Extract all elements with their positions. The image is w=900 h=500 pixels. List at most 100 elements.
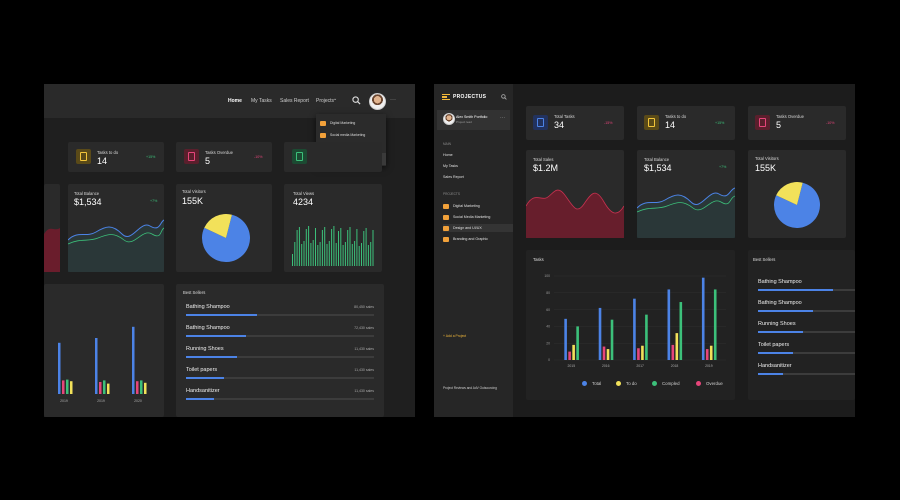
- bar-overdue: [671, 344, 675, 360]
- product-name: Handsanitizer: [186, 388, 220, 394]
- bar-overdue: [637, 348, 640, 360]
- best-seller-row[interactable]: Handsanitizer 11,430 sales: [186, 388, 374, 400]
- bar-overdue: [705, 349, 709, 360]
- x-tick-label: 2019: [705, 364, 713, 368]
- more-icon[interactable]: ···: [500, 115, 505, 121]
- avatar[interactable]: [369, 93, 386, 110]
- sidebar-project-item[interactable]: Design and UI/UX: [443, 224, 513, 232]
- sidebar-project-item[interactable]: Branding and Graphic: [443, 235, 513, 243]
- y-tick-label: 80: [546, 291, 550, 295]
- tasks-card-partial: [284, 142, 382, 172]
- sales-count: 72,430 sales: [354, 326, 374, 330]
- views-bar: [324, 227, 326, 266]
- views-bar: [319, 242, 321, 266]
- more-icon[interactable]: ···: [390, 97, 396, 103]
- search-icon[interactable]: [352, 96, 361, 105]
- nav-home[interactable]: Home: [228, 98, 242, 104]
- tasks-bar: [95, 338, 98, 394]
- chevron-down-icon[interactable]: ⌄: [333, 96, 337, 102]
- nav-projects[interactable]: Projects: [316, 98, 334, 104]
- sidebar-item-sales-report[interactable]: Sales Report: [443, 175, 464, 179]
- bar-compled: [645, 314, 648, 360]
- dropdown-item[interactable]: Digital Marketing: [316, 117, 386, 129]
- card-value: 34: [554, 120, 565, 130]
- product-name: Handsanitizer: [758, 363, 792, 369]
- total-sales-card: Total Sales $1.2M: [526, 150, 624, 238]
- card-label: Total Balance: [74, 191, 100, 196]
- legend-dot: [616, 381, 621, 386]
- best-sellers-card: Best Sellers Bathing Shampoo Bathing Sham…: [748, 250, 855, 400]
- tasks-bar: [144, 382, 147, 394]
- profile-role: Project lead: [456, 120, 472, 124]
- card-value: 5: [205, 156, 211, 166]
- folder-icon: [320, 132, 326, 138]
- bar-total: [564, 318, 567, 360]
- sidebar: PROJECTUS Alex Smith Portfolio Project l…: [434, 84, 513, 417]
- best-seller-row[interactable]: Bathing Shampoo 80,450 sales: [186, 304, 374, 316]
- bar-total: [667, 289, 671, 360]
- total-balance-card: Total Balance $1,534 +7%: [637, 150, 735, 238]
- sidebar-project-item[interactable]: Digital Marketing: [443, 202, 513, 210]
- bar-to-do: [709, 345, 713, 360]
- product-name: Toilet papers: [758, 342, 790, 348]
- trend-percent: +7%: [150, 199, 158, 203]
- dropdown-item[interactable]: Social media Marketing: [316, 129, 386, 141]
- tasks-todo-card: Tasks to do 14 +15%: [637, 106, 735, 140]
- views-bar: [303, 241, 305, 266]
- best-seller-row[interactable]: Handsanitizer: [758, 363, 855, 375]
- total-views-card: Total Views 4234: [284, 184, 382, 272]
- views-bar: [335, 243, 337, 266]
- dashboard-light-layout: Home My Tasks Sales Report Projects ⌄ ··…: [44, 84, 415, 417]
- product-name: Bathing Shampoo: [758, 279, 802, 285]
- sidebar-item-my-tasks[interactable]: My Tasks: [443, 164, 458, 168]
- card-value: 155K: [182, 196, 204, 206]
- best-seller-row[interactable]: Running Shoes 11,430 sales: [186, 346, 374, 358]
- progress-track: [758, 289, 855, 291]
- legend-item-total: Total: [582, 381, 601, 386]
- bar-to-do: [641, 345, 644, 360]
- card-label: Total Tasks: [554, 114, 575, 119]
- section-title: Best Sellers: [183, 290, 206, 295]
- nav-my-tasks[interactable]: My Tasks: [251, 98, 272, 104]
- card-label: Tasks to do: [665, 114, 687, 119]
- sidebar-item-home[interactable]: Home: [443, 153, 453, 157]
- best-seller-row[interactable]: Toilet papers 11,430 sales: [186, 367, 374, 379]
- card-label: Total Visitors: [182, 189, 206, 194]
- sidebar-section-projects: PROJECTS: [443, 192, 461, 196]
- views-bar: [363, 231, 365, 266]
- card-value: $1,534: [74, 197, 102, 207]
- best-seller-row[interactable]: Bathing Shampoo: [758, 300, 855, 312]
- views-bar: [301, 244, 303, 266]
- section-title: Tasks: [533, 257, 544, 262]
- views-bar: [308, 226, 310, 266]
- add-project-link[interactable]: + Add a Project: [443, 334, 466, 338]
- progress-fill: [186, 335, 247, 337]
- progress-fill: [186, 356, 237, 358]
- trend-percent: -15%: [604, 121, 613, 125]
- bar-compled: [610, 319, 614, 360]
- tasks-chart-card: 2019 2019 2020: [44, 284, 164, 417]
- sidebar-section-main: MAIN: [443, 142, 451, 146]
- search-icon[interactable]: [501, 94, 507, 100]
- logo-icon: [442, 94, 450, 100]
- sidebar-project-item[interactable]: Social Media Marketing: [443, 213, 513, 221]
- best-seller-row[interactable]: Toilet papers: [758, 342, 855, 354]
- views-bar: [310, 243, 312, 266]
- trend-percent: +15%: [715, 121, 725, 125]
- progress-fill: [758, 352, 793, 354]
- sales-count: 11,430 sales: [354, 389, 374, 393]
- avatar[interactable]: [443, 113, 455, 125]
- folder-icon: [443, 225, 449, 231]
- bar-overdue: [568, 351, 571, 360]
- nav-sales-report[interactable]: Sales Report: [280, 98, 309, 104]
- views-bar: [354, 241, 356, 266]
- best-seller-row[interactable]: Bathing Shampoo: [758, 279, 855, 291]
- tasks-bar: [58, 342, 61, 394]
- best-seller-row[interactable]: Running Shoes: [758, 321, 855, 333]
- views-bar: [338, 231, 339, 266]
- views-bar: [365, 228, 367, 266]
- bar-to-do: [675, 333, 679, 360]
- card-label: Tasks to do: [97, 150, 119, 155]
- sales-count: 11,430 sales: [354, 347, 374, 351]
- best-seller-row[interactable]: Bathing Shampoo 72,430 sales: [186, 325, 374, 337]
